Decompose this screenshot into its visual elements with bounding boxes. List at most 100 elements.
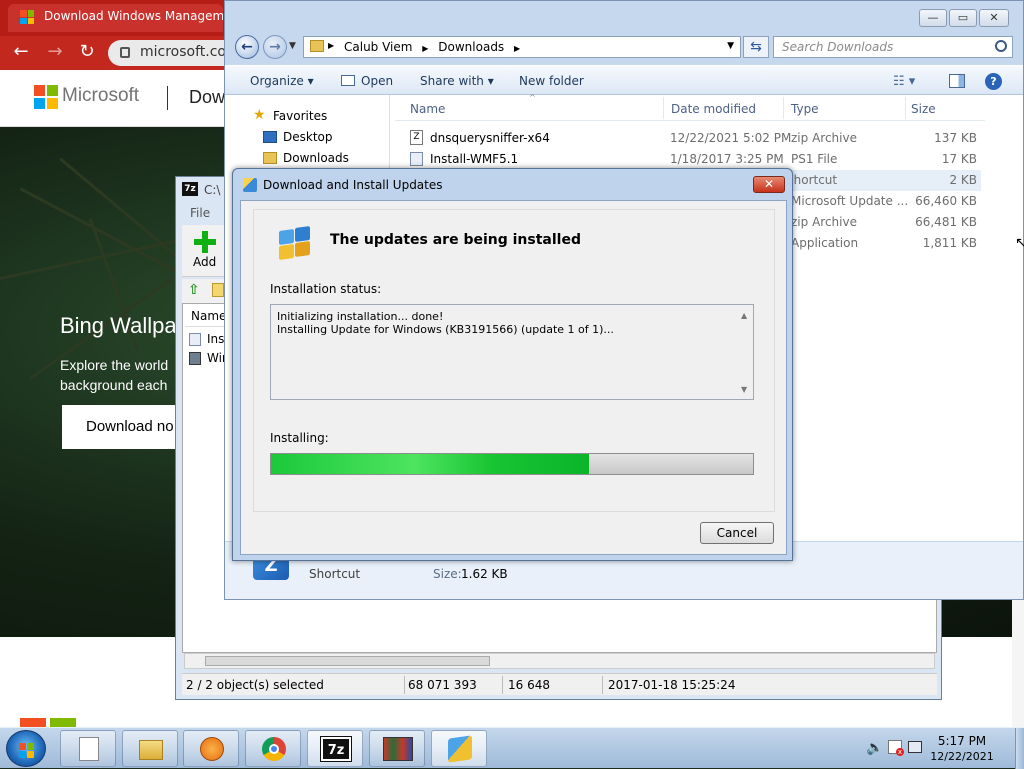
start-orb-icon[interactable] xyxy=(6,730,46,767)
folder-icon xyxy=(310,40,324,52)
nav-downloads[interactable]: Downloads xyxy=(263,151,349,165)
address-breadcrumb[interactable]: ▶ Calub Viem ▶ Downloads ▶ ▼ xyxy=(303,36,741,58)
taskbar-photo-viewer[interactable] xyxy=(369,730,425,767)
folder-up-icon[interactable]: ⇧ xyxy=(188,282,206,300)
forward-icon[interactable]: → xyxy=(263,35,287,59)
column-size[interactable]: Size xyxy=(911,102,936,116)
address-dropdown-icon[interactable]: ▼ xyxy=(727,41,734,51)
photo-viewer-icon xyxy=(383,737,413,761)
hero-subtitle: Explore the world background each xyxy=(60,357,169,393)
status-selection: 2 / 2 object(s) selected xyxy=(186,678,324,692)
open-button[interactable]: Open xyxy=(361,74,393,88)
preview-pane-icon[interactable] xyxy=(949,74,965,88)
7zip-window-title: C:\ xyxy=(204,183,221,197)
microsoft-brand-name[interactable]: Microsoft xyxy=(62,85,139,107)
browser-tab-title: Download Windows Management xyxy=(44,9,223,23)
taskbar-explorer[interactable] xyxy=(122,730,178,767)
dialog-close-button[interactable]: ✕ xyxy=(753,176,785,193)
scroll-down-icon[interactable]: ▼ xyxy=(741,383,747,396)
ps1-file-icon xyxy=(189,333,201,346)
column-date-modified[interactable]: Date modified xyxy=(671,102,756,116)
installation-log[interactable]: Initializing installation... done! Insta… xyxy=(270,304,754,400)
file-size: 137 KB xyxy=(934,131,977,145)
add-button-label: Add xyxy=(193,255,217,269)
view-options-icon[interactable]: ☷ ▾ xyxy=(893,74,915,89)
details-size-value: 1.62 KB xyxy=(461,567,508,581)
file-row[interactable]: Install-WMF5.1 1/18/2017 3:25 PM PS1 Fil… xyxy=(395,149,981,170)
command-bar: Organize ▾ Open Share with ▾ New folder … xyxy=(225,65,1023,95)
taskbar-windows-update[interactable] xyxy=(431,730,487,767)
breadcrumb-chevron-icon: ▶ xyxy=(328,41,335,50)
scroll-up-icon[interactable]: ▲ xyxy=(741,309,747,322)
new-folder-button[interactable]: New folder xyxy=(519,74,584,88)
log-line: Initializing installation... done! xyxy=(277,310,444,323)
network-icon[interactable] xyxy=(908,741,922,753)
action-center-icon[interactable]: x xyxy=(888,740,904,756)
taskbar-media-player[interactable] xyxy=(183,730,239,767)
file-name: dnsquerysniffer-x64 xyxy=(430,131,550,145)
zip-file-icon: Z xyxy=(410,130,423,145)
menu-file[interactable]: File xyxy=(190,206,210,220)
log-scrollbar[interactable]: ▲ ▼ xyxy=(737,305,753,399)
nav-desktop[interactable]: Desktop xyxy=(263,130,333,144)
column-divider[interactable] xyxy=(905,97,906,119)
back-arrow-icon[interactable]: ← xyxy=(6,36,36,70)
taskbar-chrome[interactable] xyxy=(245,730,301,767)
mouse-cursor-icon: ↖ xyxy=(1015,235,1024,251)
star-icon: ★ xyxy=(253,107,266,123)
share-with-menu[interactable]: Share with ▾ xyxy=(420,74,494,88)
column-name-header[interactable]: Name xyxy=(191,309,226,323)
clock-time[interactable]: 5:17 PM xyxy=(924,734,1000,748)
installer-file-icon xyxy=(189,352,201,365)
file-size: 1,811 KB xyxy=(922,236,977,250)
column-name[interactable]: Name xyxy=(410,102,445,116)
organize-menu[interactable]: Organize ▾ xyxy=(250,74,314,88)
file-size: 66,481 KB xyxy=(915,215,977,229)
reload-icon[interactable]: ↻ xyxy=(72,36,102,70)
nav-favorites[interactable]: ★ Favorites xyxy=(253,107,327,123)
taskbar: 7z 🔈 x 5:17 PM 12/22/2021 xyxy=(0,727,1024,769)
open-icon xyxy=(341,75,355,86)
volume-icon[interactable]: 🔈 xyxy=(866,740,883,756)
recent-pages-icon[interactable]: ▼ xyxy=(289,41,296,51)
close-button[interactable]: ✕ xyxy=(979,9,1009,27)
search-icon xyxy=(995,40,1007,52)
file-size: 2 KB xyxy=(949,173,977,187)
status-divider xyxy=(602,676,603,694)
windows-update-icon xyxy=(243,178,257,192)
column-type[interactable]: Type xyxy=(791,102,819,116)
breadcrumb-downloads[interactable]: Downloads xyxy=(438,40,504,54)
scrollbar-thumb[interactable] xyxy=(205,656,490,666)
details-type: Shortcut xyxy=(309,567,361,581)
clock-date[interactable]: 12/22/2021 xyxy=(924,750,1000,763)
minimize-button[interactable]: — xyxy=(919,9,947,27)
breadcrumb-user[interactable]: Calub Viem xyxy=(344,40,412,54)
status-modified: 2017-01-18 15:25:24 xyxy=(608,678,736,692)
hero-title: Bing Wallpa xyxy=(60,313,177,338)
file-date: 12/22/2021 5:02 PM xyxy=(670,131,792,145)
refresh-icon[interactable]: ⇆ xyxy=(743,36,769,58)
search-input[interactable]: Search Downloads xyxy=(773,36,1013,58)
column-headers: Name ^ Date modified Type Size xyxy=(395,93,985,121)
7zip-title-icon: 7z xyxy=(182,182,198,196)
folder-icon xyxy=(212,283,224,297)
maximize-button[interactable]: ▭ xyxy=(949,9,977,27)
media-player-icon xyxy=(200,737,224,761)
microsoft-logo-icon[interactable] xyxy=(34,85,58,109)
sort-ascending-icon: ^ xyxy=(529,93,536,102)
help-icon[interactable]: ? xyxy=(985,73,1002,90)
show-desktop-button[interactable] xyxy=(1015,728,1024,769)
back-icon[interactable]: ← xyxy=(235,35,259,59)
file-row[interactable]: Z dnsquerysniffer-x64 12/22/2021 5:02 PM… xyxy=(395,128,981,149)
search-placeholder: Search Downloads xyxy=(782,40,894,54)
taskbar-7zip[interactable]: 7z xyxy=(307,730,363,767)
browser-tab[interactable]: Download Windows Management xyxy=(8,4,223,32)
horizontal-scrollbar[interactable] xyxy=(184,653,935,669)
cancel-button[interactable]: Cancel xyxy=(700,522,774,544)
file-icon xyxy=(79,737,99,761)
windows-update-icon xyxy=(448,735,472,763)
forward-arrow-icon[interactable]: → xyxy=(40,36,70,70)
taskbar-file[interactable] xyxy=(60,730,116,767)
column-divider[interactable] xyxy=(663,97,664,119)
column-divider[interactable] xyxy=(783,97,784,119)
